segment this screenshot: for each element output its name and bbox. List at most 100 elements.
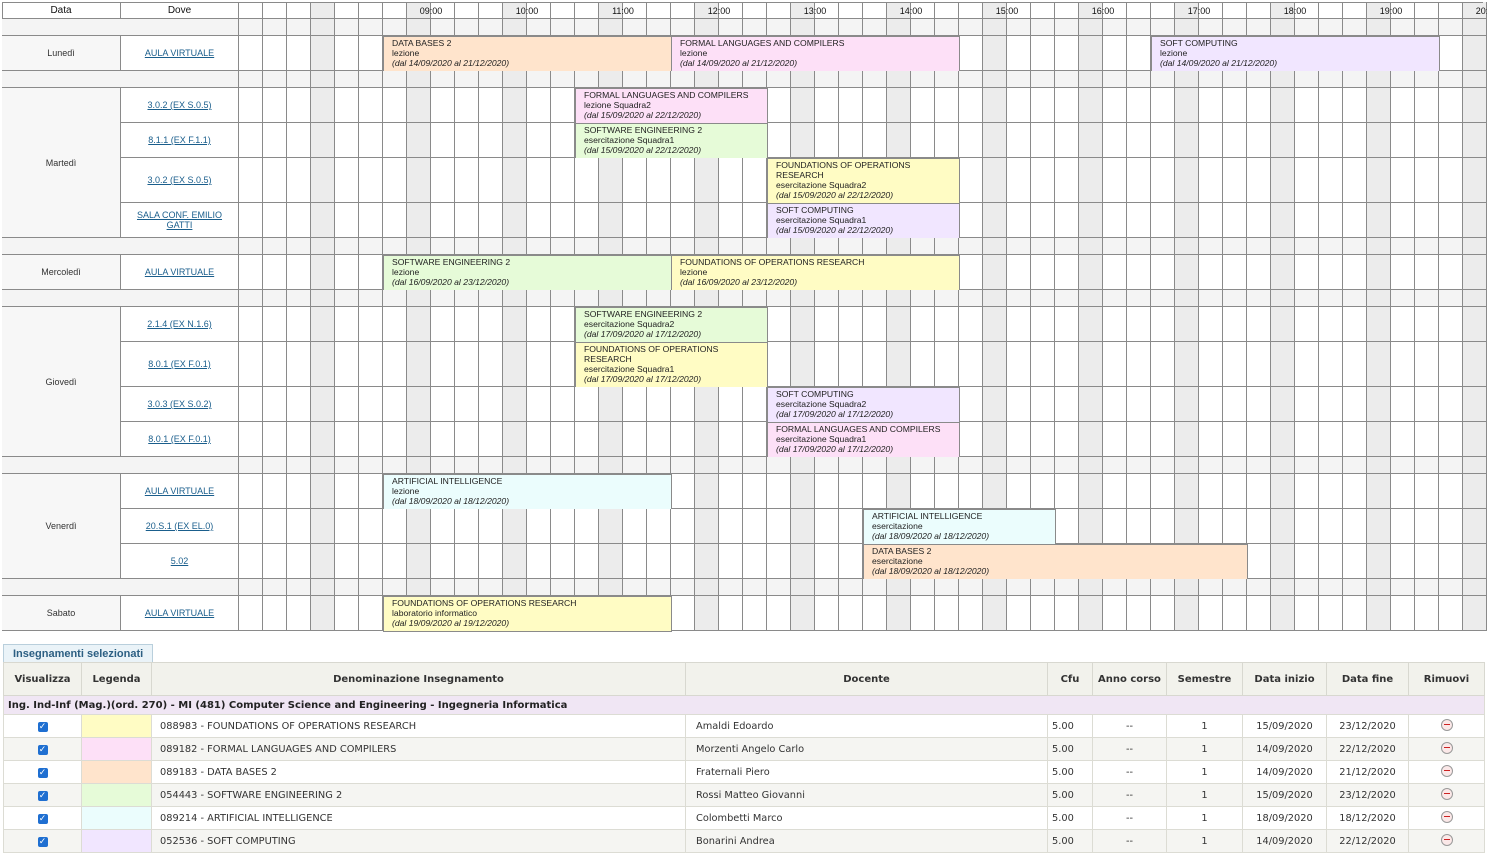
- event-block[interactable]: SOFTWARE ENGINEERING 2 esercitazione Squa…: [575, 307, 768, 343]
- grid-cell: [359, 123, 383, 158]
- grid-cell: [1271, 255, 1295, 290]
- grid-cell: [287, 342, 311, 387]
- cfu-value: 5.00: [1047, 806, 1093, 830]
- grid-cell: [359, 158, 383, 203]
- grid-cell: [1367, 203, 1391, 238]
- grid-cell: [263, 71, 287, 88]
- grid-cell: [239, 457, 263, 474]
- room-link[interactable]: 3.0.2 (EX S.0.5): [121, 158, 239, 203]
- grid-cell: [383, 422, 407, 457]
- room-link[interactable]: AULA VIRTUALE: [121, 596, 239, 631]
- event-block[interactable]: SOFT COMPUTING lezione (dal 14/09/2020 al …: [1151, 36, 1440, 72]
- event-block[interactable]: FOUNDATIONS OF OPERATIONS RESEARCH lezion…: [671, 255, 960, 291]
- grid-cell: [1415, 290, 1439, 307]
- grid-cell: [503, 71, 527, 88]
- grid-cell: [815, 290, 839, 307]
- event-course: FOUNDATIONS OF OPERATIONS RESEARCH: [584, 344, 719, 364]
- grid-cell: [1415, 474, 1439, 509]
- legend-swatch: [81, 714, 152, 738]
- visualizza-checkbox[interactable]: ✓: [37, 813, 48, 824]
- grid-cell: [815, 88, 839, 123]
- event-block[interactable]: SOFT COMPUTING esercitazione Squadra1 (dal…: [767, 203, 960, 239]
- grid-cell: [503, 509, 527, 544]
- grid-cell: [479, 158, 503, 203]
- grid-cell: [1439, 238, 1463, 255]
- grid-cell: [695, 579, 719, 596]
- remove-icon[interactable]: [1440, 741, 1453, 754]
- grid-cell: [1415, 342, 1439, 387]
- room-link[interactable]: 20.S.1 (EX EL.0): [121, 509, 239, 544]
- grid-cell: [263, 2, 287, 19]
- grid-cell: [791, 71, 815, 88]
- tab-selected-courses[interactable]: Insegnamenti selezionati: [3, 644, 154, 663]
- event-course: FOUNDATIONS OF OPERATIONS RESEARCH: [776, 160, 911, 180]
- event-block[interactable]: DATA BASES 2 lezione (dal 14/09/2020 al 21…: [383, 36, 672, 72]
- visualizza-checkbox[interactable]: ✓: [37, 790, 48, 801]
- event-type: lezione: [1160, 48, 1188, 58]
- grid-cell: [1055, 19, 1079, 36]
- grid-cell: [1055, 290, 1079, 307]
- event-block[interactable]: FOUNDATIONS OF OPERATIONS RESEARCH eserci…: [767, 158, 960, 204]
- grid-cell: [287, 203, 311, 238]
- event-block[interactable]: SOFTWARE ENGINEERING 2 lezione (dal 16/09/…: [383, 255, 672, 291]
- visualizza-checkbox[interactable]: ✓: [37, 767, 48, 778]
- room-link[interactable]: 3.0.3 (EX S.0.2): [121, 387, 239, 422]
- event-course: DATA BASES 2: [392, 38, 452, 48]
- grid-cell: [1055, 158, 1079, 203]
- room-link[interactable]: SALA CONF. EMILIO GATTI: [121, 203, 239, 238]
- event-course: FOUNDATIONS OF OPERATIONS RESEARCH: [680, 257, 865, 267]
- event-dates: (dal 14/09/2020 al 21/12/2020): [1160, 58, 1278, 68]
- event-block[interactable]: SOFT COMPUTING esercitazione Squadra2 (dal…: [767, 387, 960, 423]
- grid-cell: [503, 457, 527, 474]
- event-block[interactable]: FOUNDATIONS OF OPERATIONS RESEARCH labora…: [383, 596, 672, 632]
- grid-cell: [1367, 342, 1391, 387]
- grid-cell: [311, 238, 335, 255]
- event-block[interactable]: SOFTWARE ENGINEERING 2 esercitazione Squa…: [575, 123, 768, 159]
- room-link[interactable]: AULA VIRTUALE: [121, 36, 239, 71]
- visualizza-checkbox[interactable]: ✓: [37, 836, 48, 847]
- remove-icon[interactable]: [1440, 833, 1453, 846]
- remove-icon[interactable]: [1440, 787, 1453, 800]
- grid-cell: [455, 509, 479, 544]
- remove-icon[interactable]: [1440, 810, 1453, 823]
- grid-cell: [1103, 88, 1127, 123]
- event-block[interactable]: ARTIFICIAL INTELLIGENCE lezione (dal 18/09…: [383, 474, 672, 510]
- grid-cell: [1343, 342, 1367, 387]
- grid-cell: [1319, 474, 1343, 509]
- grid-cell: [431, 579, 455, 596]
- grid-cell: [1175, 238, 1199, 255]
- grid-cell: [239, 509, 263, 544]
- grid-cell: [1367, 596, 1391, 631]
- event-course: SOFTWARE ENGINEERING 2: [392, 257, 511, 267]
- visualizza-checkbox[interactable]: ✓: [37, 744, 48, 755]
- grid-cell: [1127, 509, 1151, 544]
- room-link[interactable]: AULA VIRTUALE: [121, 255, 239, 290]
- room-link[interactable]: 2.1.4 (EX N.1.6): [121, 307, 239, 342]
- room-link[interactable]: 5.02: [121, 544, 239, 579]
- grid-cell: [1223, 238, 1247, 255]
- event-block[interactable]: FORMAL LANGUAGES AND COMPILERS lezione (da…: [671, 36, 960, 72]
- room-link[interactable]: 8.0.1 (EX F.0.1): [121, 422, 239, 457]
- event-block[interactable]: FOUNDATIONS OF OPERATIONS RESEARCH eserci…: [575, 342, 768, 388]
- remove-icon[interactable]: [1440, 764, 1453, 777]
- grid-cell: [1127, 88, 1151, 123]
- semestre-value: 1: [1166, 829, 1243, 853]
- event-block[interactable]: ARTIFICIAL INTELLIGENCE esercitazione (dal…: [863, 509, 1056, 545]
- remove-icon[interactable]: [1440, 718, 1453, 731]
- grid-cell: [1271, 238, 1295, 255]
- grid-cell: [695, 290, 719, 307]
- event-block[interactable]: FORMAL LANGUAGES AND COMPILERS lezione Sq…: [575, 88, 768, 124]
- grid-cell: [1055, 579, 1079, 596]
- grid-cell: [1031, 19, 1055, 36]
- grid-cell: [791, 596, 815, 631]
- visualizza-checkbox[interactable]: ✓: [37, 721, 48, 732]
- room-link[interactable]: 8.0.1 (EX F.0.1): [121, 342, 239, 387]
- grid-cell: [311, 19, 335, 36]
- grid-cell: [1343, 123, 1367, 158]
- event-block[interactable]: FORMAL LANGUAGES AND COMPILERS esercitazi…: [767, 422, 960, 458]
- grid-cell: [767, 544, 791, 579]
- room-link[interactable]: 8.1.1 (EX F.1.1): [121, 123, 239, 158]
- room-link[interactable]: AULA VIRTUALE: [121, 474, 239, 509]
- event-block[interactable]: DATA BASES 2 esercitazione (dal 18/09/2020…: [863, 544, 1248, 580]
- room-link[interactable]: 3.0.2 (EX S.0.5): [121, 88, 239, 123]
